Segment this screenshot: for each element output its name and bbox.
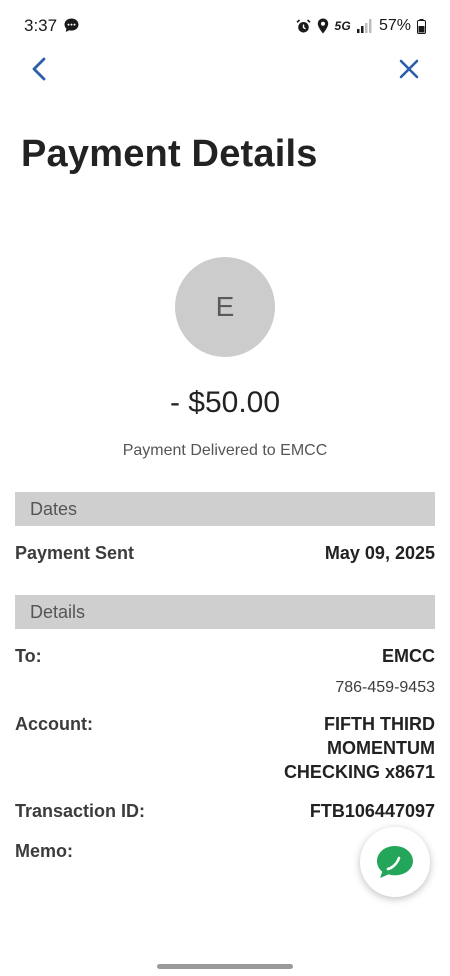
payment-status-text: Payment Delivered to EMCC <box>122 442 328 459</box>
dates-section-header: Dates <box>15 492 435 526</box>
status-bar: 3:37 5G 57% <box>0 0 450 52</box>
close-button[interactable] <box>394 54 424 84</box>
details-section-header: Details <box>15 595 435 629</box>
to-phone: 786-459-9453 <box>335 679 435 696</box>
chat-bubble-icon <box>377 846 413 878</box>
chat-button[interactable] <box>360 827 430 897</box>
to-value: EMCC <box>382 646 435 666</box>
to-label: To: <box>15 646 42 666</box>
memo-label: Memo: <box>15 841 73 861</box>
signal-icon <box>356 19 372 33</box>
alarm-icon <box>296 18 311 33</box>
chevron-left-icon <box>32 57 46 81</box>
payment-amount: - $50.00 <box>169 386 281 419</box>
battery-percent: 57% <box>378 17 411 34</box>
message-notification-icon <box>64 18 79 32</box>
status-icons: 5G 57% <box>296 15 426 37</box>
payment-sent-label: Payment Sent <box>15 543 135 563</box>
payment-sent-value: May 09, 2025 <box>324 543 435 563</box>
account-line: MOMENTUM <box>327 738 435 758</box>
back-button[interactable] <box>24 52 56 86</box>
transaction-id-label: Transaction ID: <box>15 801 146 821</box>
battery-icon <box>417 18 426 34</box>
account-line: CHECKING x8671 <box>283 762 435 782</box>
page-title: Payment Details <box>21 133 318 175</box>
status-time: 3:37 <box>24 16 58 35</box>
account-label: Account: <box>15 714 93 734</box>
account-line: FIFTH THIRD <box>324 714 435 734</box>
network-type: 5G <box>334 19 351 33</box>
close-icon <box>399 59 419 79</box>
payee-avatar: E <box>175 257 275 357</box>
home-indicator <box>157 964 293 969</box>
location-icon <box>317 18 328 34</box>
account-value: FIFTH THIRD MOMENTUM CHECKING x8671 <box>284 712 435 784</box>
transaction-id-value: FTB106447097 <box>309 801 435 821</box>
